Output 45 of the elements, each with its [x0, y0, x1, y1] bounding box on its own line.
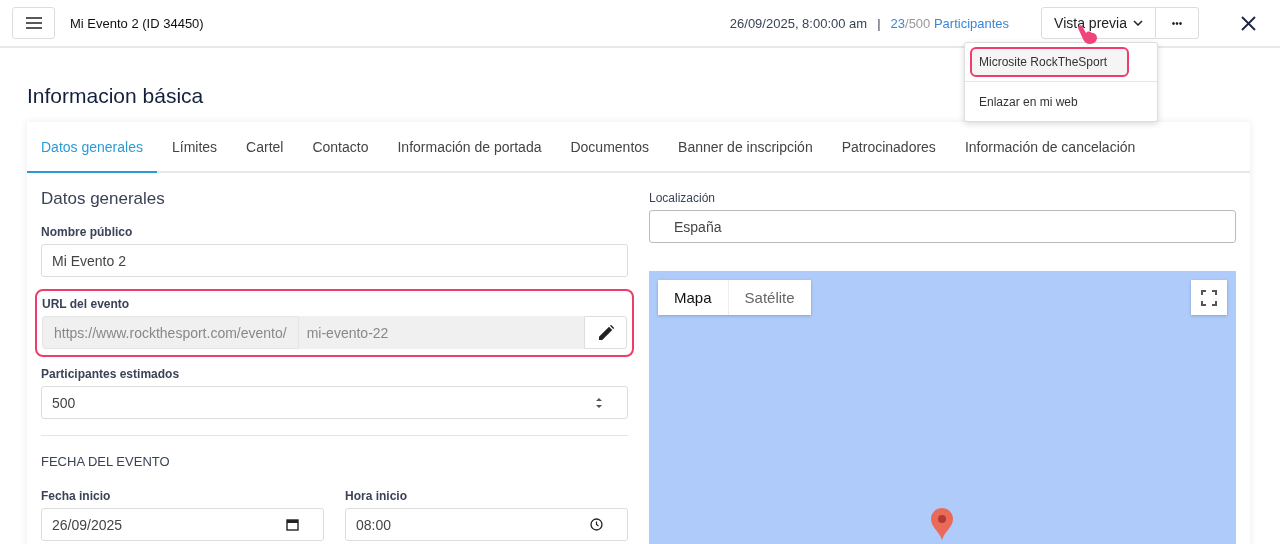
url-prefix: https://www.rockthesport.com/evento/ — [42, 316, 299, 349]
field-label: Hora inicio — [345, 489, 408, 503]
menu-item[interactable]: Microsite RockTheSport — [970, 47, 1129, 77]
preview-button[interactable]: Vista previa — [1041, 7, 1156, 39]
input-field[interactable]: Mi Evento 2 — [41, 244, 628, 277]
fullscreen-icon — [1201, 289, 1217, 306]
tab[interactable]: Patrocinadores — [827, 122, 951, 171]
map-type-tab[interactable]: Satélite — [728, 280, 811, 315]
spinner-icon — [595, 395, 603, 410]
date-field[interactable]: 26/09/2025 — [41, 508, 324, 541]
tab[interactable]: Información de cancelación — [950, 122, 1150, 171]
edit-button[interactable] — [584, 316, 627, 349]
time-field[interactable]: 08:00 — [345, 508, 628, 541]
location-field[interactable]: España — [649, 210, 1236, 243]
tab[interactable]: Banner de inscripción — [663, 122, 828, 171]
number-field[interactable]: 500 — [41, 386, 628, 419]
page-title: Informacion básica — [27, 84, 204, 108]
participants-link[interactable]: 23/500 Participantes — [890, 15, 1010, 31]
fullscreen-button[interactable] — [1191, 280, 1227, 315]
field-label: URL del evento — [42, 297, 131, 311]
field-label: Localización — [649, 191, 717, 205]
menu-button[interactable] — [12, 7, 55, 39]
tab[interactable]: Contacto — [297, 122, 383, 171]
close-icon — [1241, 15, 1256, 31]
separator: | — [877, 15, 881, 31]
section-title: Datos generales — [41, 189, 166, 209]
pencil-icon — [597, 324, 614, 341]
tab[interactable]: Documentos — [555, 122, 664, 171]
event-datetime: 26/09/2025, 8:00:00 am — [729, 15, 868, 31]
more-button[interactable]: ••• — [1156, 7, 1199, 39]
field-label: Nombre público — [41, 225, 134, 239]
calendar-icon — [286, 518, 299, 531]
caret-icon — [1133, 20, 1143, 26]
event-title: Mi Evento 2 (ID 34450) — [70, 15, 204, 31]
section-heading: FECHA DEL EVENTO — [41, 454, 171, 469]
tab[interactable]: Cartel — [231, 122, 298, 171]
map-pin-icon — [930, 507, 954, 541]
menu-icon — [25, 17, 42, 29]
tab[interactable]: Límites — [157, 122, 232, 171]
field-label: Fecha inicio — [41, 489, 112, 503]
tab[interactable]: Información de portada — [383, 122, 556, 171]
clock-icon — [590, 518, 603, 531]
field-label: Participantes estimados — [41, 367, 181, 381]
map-type-tab[interactable]: Mapa — [658, 280, 729, 315]
menu-item[interactable]: Enlazar en mi web — [965, 82, 1157, 117]
